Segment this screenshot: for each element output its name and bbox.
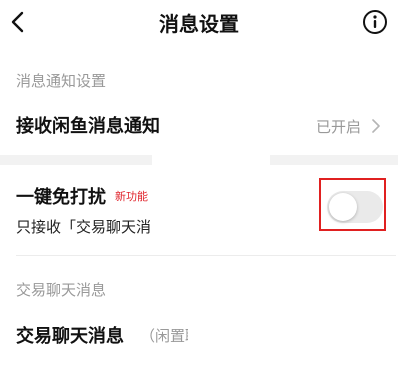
dnd-toggle-switch[interactable] — [327, 191, 383, 223]
top-bar: 消息设置 — [0, 0, 398, 46]
info-button[interactable] — [362, 9, 388, 35]
divider — [16, 255, 396, 256]
row-status: （闲置聊 — [140, 327, 188, 345]
chevron-right-icon — [372, 119, 380, 133]
toggle-knob — [329, 193, 357, 221]
section-label-notifications: 消息通知设置 — [16, 72, 107, 90]
row-title: 交易聊天消息 — [16, 326, 124, 347]
row-title: 接收闲鱼消息通知 — [16, 116, 160, 137]
section-label-trade-chat: 交易聊天消息 — [16, 281, 107, 299]
separator-overlay — [152, 155, 270, 165]
dnd-title: 一键免打扰 — [16, 187, 106, 208]
info-circle-icon — [363, 10, 387, 34]
setting-row-receive-notifications[interactable]: 接收闲鱼消息通知 已开启 — [0, 104, 398, 144]
setting-row-trade-chat[interactable]: 交易聊天消息 （闲置聊 — [0, 314, 398, 354]
row-status: 已开启 — [316, 118, 362, 136]
page-title: 消息设置 — [159, 12, 239, 36]
dnd-description: 只接收「交易聊天消 — [16, 218, 152, 236]
new-feature-badge: 新功能 — [115, 190, 148, 203]
